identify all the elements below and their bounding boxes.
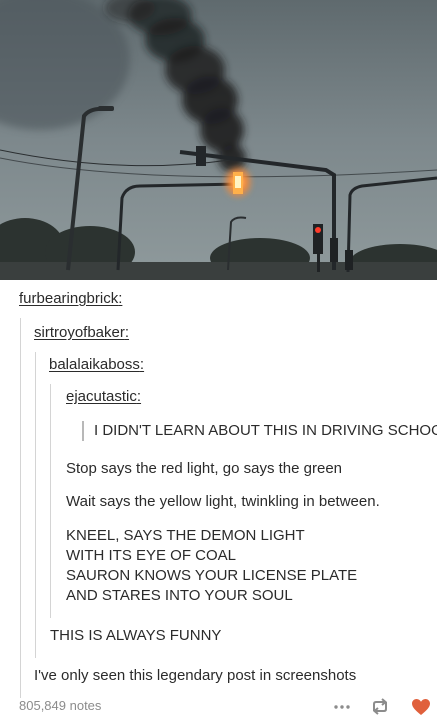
username-link[interactable]: balalaikaboss: (49, 356, 144, 373)
poem-line: Wait says the yellow light, twinkling in… (66, 493, 380, 510)
quote-bar (82, 421, 84, 441)
reblog-indent-line (35, 352, 36, 658)
heart-icon[interactable] (411, 698, 431, 716)
reblog-indent-line (50, 384, 51, 618)
demon-line: KNEEL, SAYS THE DEMON LIGHT (66, 527, 305, 544)
username-link[interactable]: sirtroyofbaker: (34, 324, 129, 341)
reblog-indent-line (20, 318, 21, 698)
username-link[interactable]: furbearingbrick: (19, 290, 122, 307)
notes-count[interactable]: 805,849 notes (19, 698, 101, 713)
traffic-light-fire-photo (0, 0, 437, 280)
reblog-comment: I've only seen this legendary post in sc… (34, 667, 357, 684)
post-footer: 805,849 notes (0, 694, 437, 720)
quote-text: I DIDN'T LEARN ABOUT THIS IN DRIVING SCH… (94, 422, 437, 439)
username-link[interactable]: ejacutastic: (66, 388, 141, 405)
poem-line: Stop says the red light, go says the gre… (66, 460, 342, 477)
demon-line: WITH ITS EYE OF COAL (66, 547, 237, 564)
post-body: furbearingbrick: sirtroyofbaker: balalai… (0, 280, 437, 720)
reblog-icon[interactable] (370, 698, 390, 715)
demon-line: AND STARES INTO YOUR SOUL (66, 587, 293, 604)
demon-line: SAURON KNOWS YOUR LICENSE PLATE (66, 567, 358, 584)
reblog-comment: THIS IS ALWAYS FUNNY (50, 627, 222, 644)
more-icon[interactable] (333, 704, 351, 710)
